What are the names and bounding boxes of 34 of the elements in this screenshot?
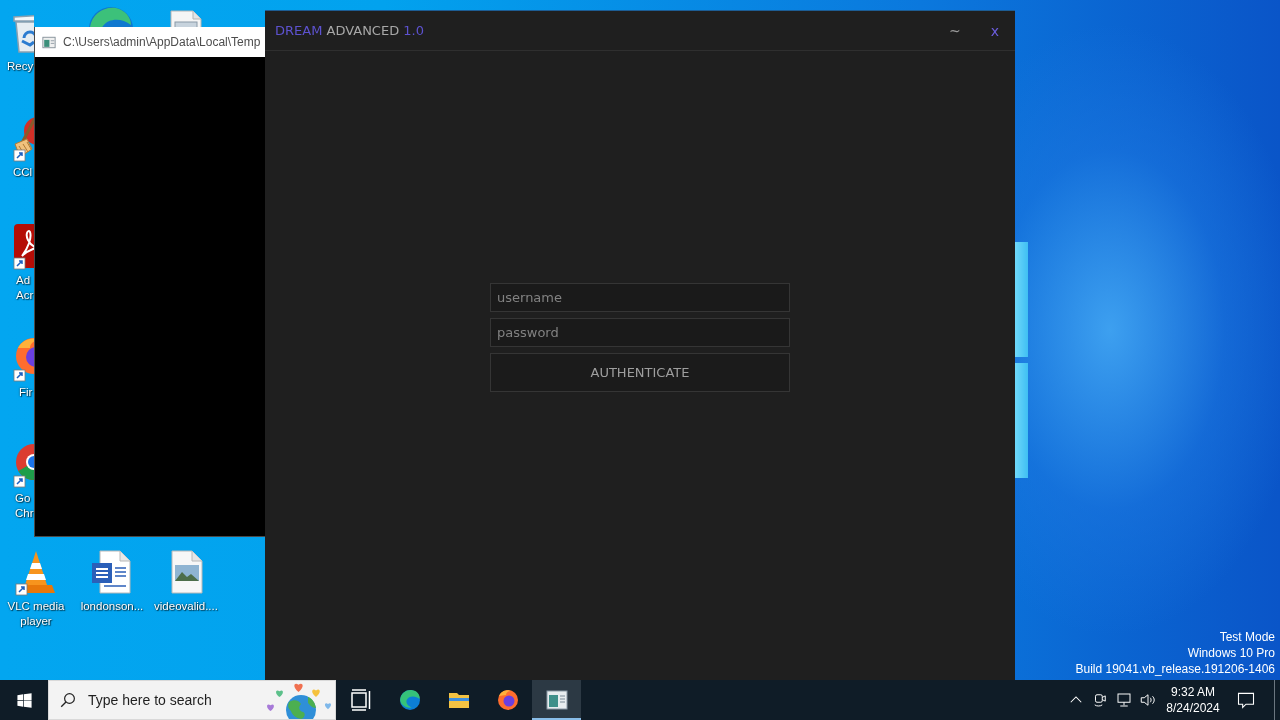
search-field[interactable]: Type here to search: [88, 692, 253, 708]
icon-label[interactable]: CCl: [13, 165, 33, 180]
app-window-icon: [544, 688, 569, 712]
search-box[interactable]: Type here to search: [48, 680, 336, 720]
icon-label[interactable]: Recy: [7, 59, 34, 74]
icon-label[interactable]: Fir: [19, 385, 33, 400]
browser-icon: [495, 688, 520, 712]
notification-icon[interactable]: [1236, 690, 1256, 710]
windows-icon: [15, 691, 33, 709]
window-title: C:\Users\admin\AppData\Local\Temp: [63, 35, 261, 49]
system-info-text: Windows 10 Pro: [1187, 645, 1275, 661]
minimize-button[interactable]: ~: [942, 19, 967, 42]
task-view-icon: [348, 688, 373, 712]
input-field[interactable]: username: [490, 283, 790, 312]
console-icon: [42, 35, 56, 49]
browser-icon: [397, 688, 422, 712]
icon-label[interactable]: Go Chr: [15, 491, 34, 521]
system-info-text: Test Mode: [1219, 629, 1275, 645]
clock-time[interactable]: 9:32 AM: [1171, 684, 1215, 700]
clock-date[interactable]: 8/24/2024: [1166, 700, 1220, 716]
taskbar-button[interactable]: [532, 680, 581, 720]
icon-label[interactable]: Ad Acr: [16, 273, 34, 303]
close-button[interactable]: x: [984, 19, 1005, 42]
submit-button[interactable]: AUTHENTICATE: [490, 353, 790, 392]
icon-label[interactable]: videovalid....: [154, 599, 218, 614]
icon-label[interactable]: londonson...: [80, 599, 144, 614]
system-info-text: Build 19041.vb_release.191206-1406: [1075, 661, 1275, 677]
pdf-icon[interactable]: [10, 222, 34, 270]
search-icon: [59, 691, 77, 709]
volume-icon[interactable]: [1139, 691, 1157, 709]
input-field[interactable]: password: [490, 318, 790, 347]
monitor-icon[interactable]: [1115, 691, 1133, 709]
window-title: DREAM ADVANCED 1.0: [275, 23, 425, 38]
icon-label[interactable]: VLC media player: [0, 599, 72, 629]
